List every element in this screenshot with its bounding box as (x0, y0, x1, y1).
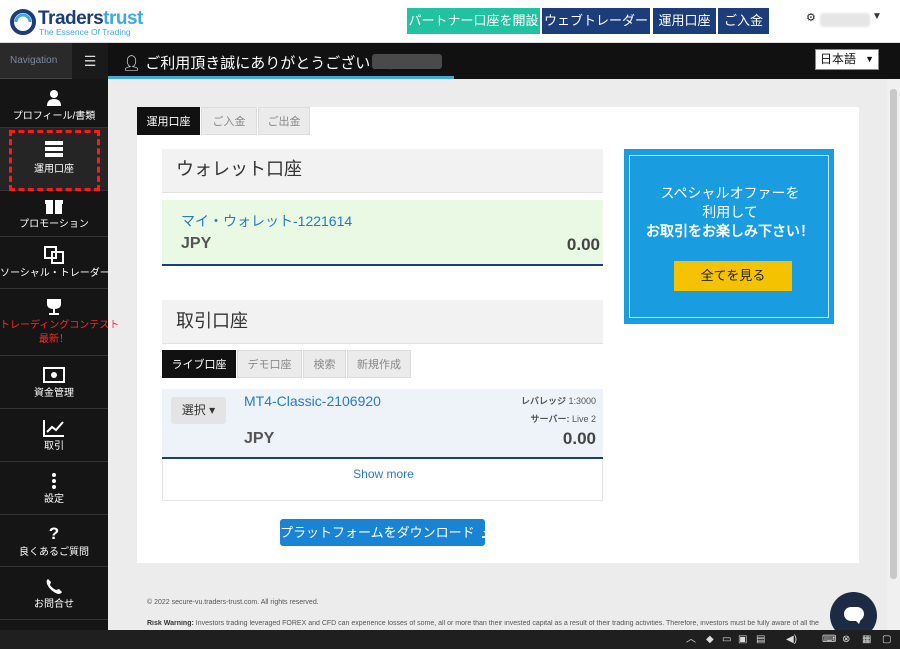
sidebar-item-funds[interactable]: 資金管理 (0, 356, 108, 409)
chevron-up-icon[interactable]: ︿ (686, 632, 696, 647)
sidebar: Navigation ☰ プロフィール/書類 運用口座 プロモーション ソーシャ… (0, 43, 120, 649)
highlight-annotation (9, 130, 100, 191)
money-icon (43, 367, 65, 383)
sidebar-item-label: 設定 (44, 494, 64, 505)
server-info: サーバー: Live 2 (530, 414, 596, 424)
welcome-message: 👤︎ ご利用頂き誠にありがとうございます (122, 55, 401, 72)
gear-icon: ⚙ (806, 12, 816, 24)
copyright: © 2022 secure-vu.traders-trust.com. All … (147, 599, 319, 606)
deposit-button[interactable]: ご入金 (718, 8, 769, 34)
brand-tagline: The Essence Of Trading (39, 27, 131, 37)
chevron-down-icon: ▼ (865, 54, 874, 64)
show-more-container: Show more (162, 459, 603, 501)
hamburger-icon[interactable]: ☰ (72, 43, 108, 79)
user-name-redacted (372, 54, 442, 69)
sidebar-item-label: 良くあるご質問 (19, 547, 89, 558)
special-offer-banner[interactable]: スペシャルオファーを 利用して お取引をお楽しみ下さい！ 全てを見る (624, 149, 834, 324)
tray-app-icon[interactable]: ▤ (756, 632, 765, 647)
tab-withdraw[interactable]: ご出金 (258, 107, 310, 135)
user-menu[interactable]: ⚙ ▼ (806, 11, 882, 29)
close-circle-icon[interactable]: ⊗ (842, 632, 850, 647)
sidebar-item-label: お問合せ (34, 599, 74, 610)
logo-globe-icon (10, 9, 36, 35)
sidebar-item-label: ソーシャル・トレーダー (0, 268, 110, 279)
scrollbar[interactable] (887, 79, 900, 630)
trading-account-link[interactable]: MT4-Classic-2106920 (244, 393, 381, 409)
chart-icon (43, 420, 64, 437)
phone-icon (46, 579, 62, 594)
caret-down-icon: ▾ (209, 403, 216, 417)
dots-icon (52, 473, 56, 489)
promo-line-1: スペシャルオファーを (660, 185, 800, 201)
sidebar-item-label: 資金管理 (34, 388, 74, 399)
risk-warning: Risk Warning: Investors trading leverage… (147, 620, 819, 627)
trophy-icon (47, 299, 61, 315)
promo-line-3: お取引をお楽しみ下さい！ (646, 223, 814, 239)
tab-accounts[interactable]: 運用口座 (137, 107, 200, 135)
keyboard-icon[interactable]: ⌨ (822, 632, 836, 647)
sidebar-item-profile[interactable]: プロフィール/書類 (0, 79, 108, 128)
sidebar-item-label: 取引 (44, 441, 64, 452)
wallet-card-title: ウォレット口座 (162, 149, 603, 193)
sidebar-item-label: トレーディングコンテスト (0, 320, 120, 331)
show-more-link[interactable]: Show more (163, 467, 604, 481)
tab-deposit[interactable]: ご入金 (201, 107, 257, 135)
webtrader-button[interactable]: ウェブトレーダー (542, 8, 650, 34)
top-header: Traderstrust The Essence Of Trading パートナ… (0, 0, 900, 43)
tab-search[interactable]: 検索 (303, 350, 346, 378)
download-icon (482, 527, 494, 538)
select-dropdown-button[interactable]: 選択 ▾ (171, 397, 226, 424)
scrollbar-thumb[interactable] (890, 89, 897, 579)
sidebar-item-settings[interactable]: 設定 (0, 462, 108, 515)
sidebar-title: Navigation (10, 55, 58, 66)
view-all-button[interactable]: 全てを見る (674, 261, 792, 291)
volume-icon[interactable]: ◀) (786, 632, 797, 647)
question-icon: ? (48, 524, 60, 543)
welcome-underline (108, 76, 454, 79)
chevron-down-icon: ▼ (872, 11, 882, 22)
promo-line-2: 利用して (702, 204, 758, 220)
trading-account-row: 選択 ▾ MT4-Classic-2106920 レバレッジ 1:3000 サー… (162, 389, 603, 459)
social-icon (44, 246, 64, 264)
wallet-currency: JPY (181, 235, 212, 252)
sidebar-item-label: プロフィール/書類 (12, 111, 96, 122)
sidebar-item-faq[interactable]: ? 良くあるご質問 (0, 515, 108, 567)
tab-demo-accounts[interactable]: デモ口座 (237, 350, 302, 378)
notification-icon[interactable]: ▢ (882, 632, 891, 647)
display-icon[interactable]: ▣ (738, 632, 747, 647)
download-platform-button[interactable]: プラットフォームをダウンロード (280, 519, 494, 546)
sidebar-item-trade[interactable]: 取引 (0, 409, 108, 462)
brand-logo[interactable]: Traderstrust The Essence Of Trading (10, 7, 143, 37)
tray-app-icon[interactable]: ◆ (706, 632, 714, 647)
user-icon (47, 90, 61, 106)
tray-app-icon[interactable]: ▦ (862, 632, 871, 647)
trading-balance: 0.00 (562, 429, 596, 448)
wallet-account-row: マイ・ウォレット-1221614 JPY 0.00 (162, 200, 603, 266)
os-taskbar: ︿ ◆ ▭ ▣ ▤ ◀) ⌨ ⊗ ▦ ▢ (0, 630, 900, 649)
sidebar-item-label: プロモーション (19, 219, 89, 230)
open-partner-account-button[interactable]: パートナー口座を開設 (407, 8, 540, 34)
tab-new-account[interactable]: 新規作成 (347, 350, 411, 378)
sidebar-header: Navigation ☰ (0, 43, 108, 79)
sidebar-item-contact[interactable]: お問合せ (0, 567, 108, 620)
sidebar-item-promotion[interactable]: プロモーション (0, 191, 108, 237)
wallet-account-link[interactable]: マイ・ウォレット-1221614 (181, 211, 352, 231)
tab-live-accounts[interactable]: ライブ口座 (162, 350, 236, 378)
sidebar-item-trading-contest[interactable]: トレーディングコンテスト 最新！ (0, 289, 120, 356)
sidebar-item-social-trader[interactable]: ソーシャル・トレーダー (0, 237, 110, 289)
trading-card-title: 取引口座 (162, 300, 603, 344)
leverage-info: レバレッジ 1:3000 (520, 396, 596, 406)
wallet-balance: 0.00 (566, 235, 600, 254)
user-name-redacted (820, 13, 870, 27)
welcome-bar: 👤︎ ご利用頂き誠にありがとうございます 日本語 ▼ (108, 43, 900, 79)
promo-frame: スペシャルオファーを 利用して お取引をお楽しみ下さい！ 全てを見る (629, 155, 829, 318)
gift-icon (45, 200, 63, 214)
user-icon: 👤︎ (122, 55, 146, 72)
network-icon[interactable]: ▭ (722, 632, 731, 647)
language-select[interactable]: 日本語 ▼ (815, 49, 879, 70)
contest-new-badge: 最新！ (39, 334, 69, 345)
trading-currency: JPY (244, 430, 275, 447)
accounts-button[interactable]: 運用口座 (653, 8, 716, 34)
